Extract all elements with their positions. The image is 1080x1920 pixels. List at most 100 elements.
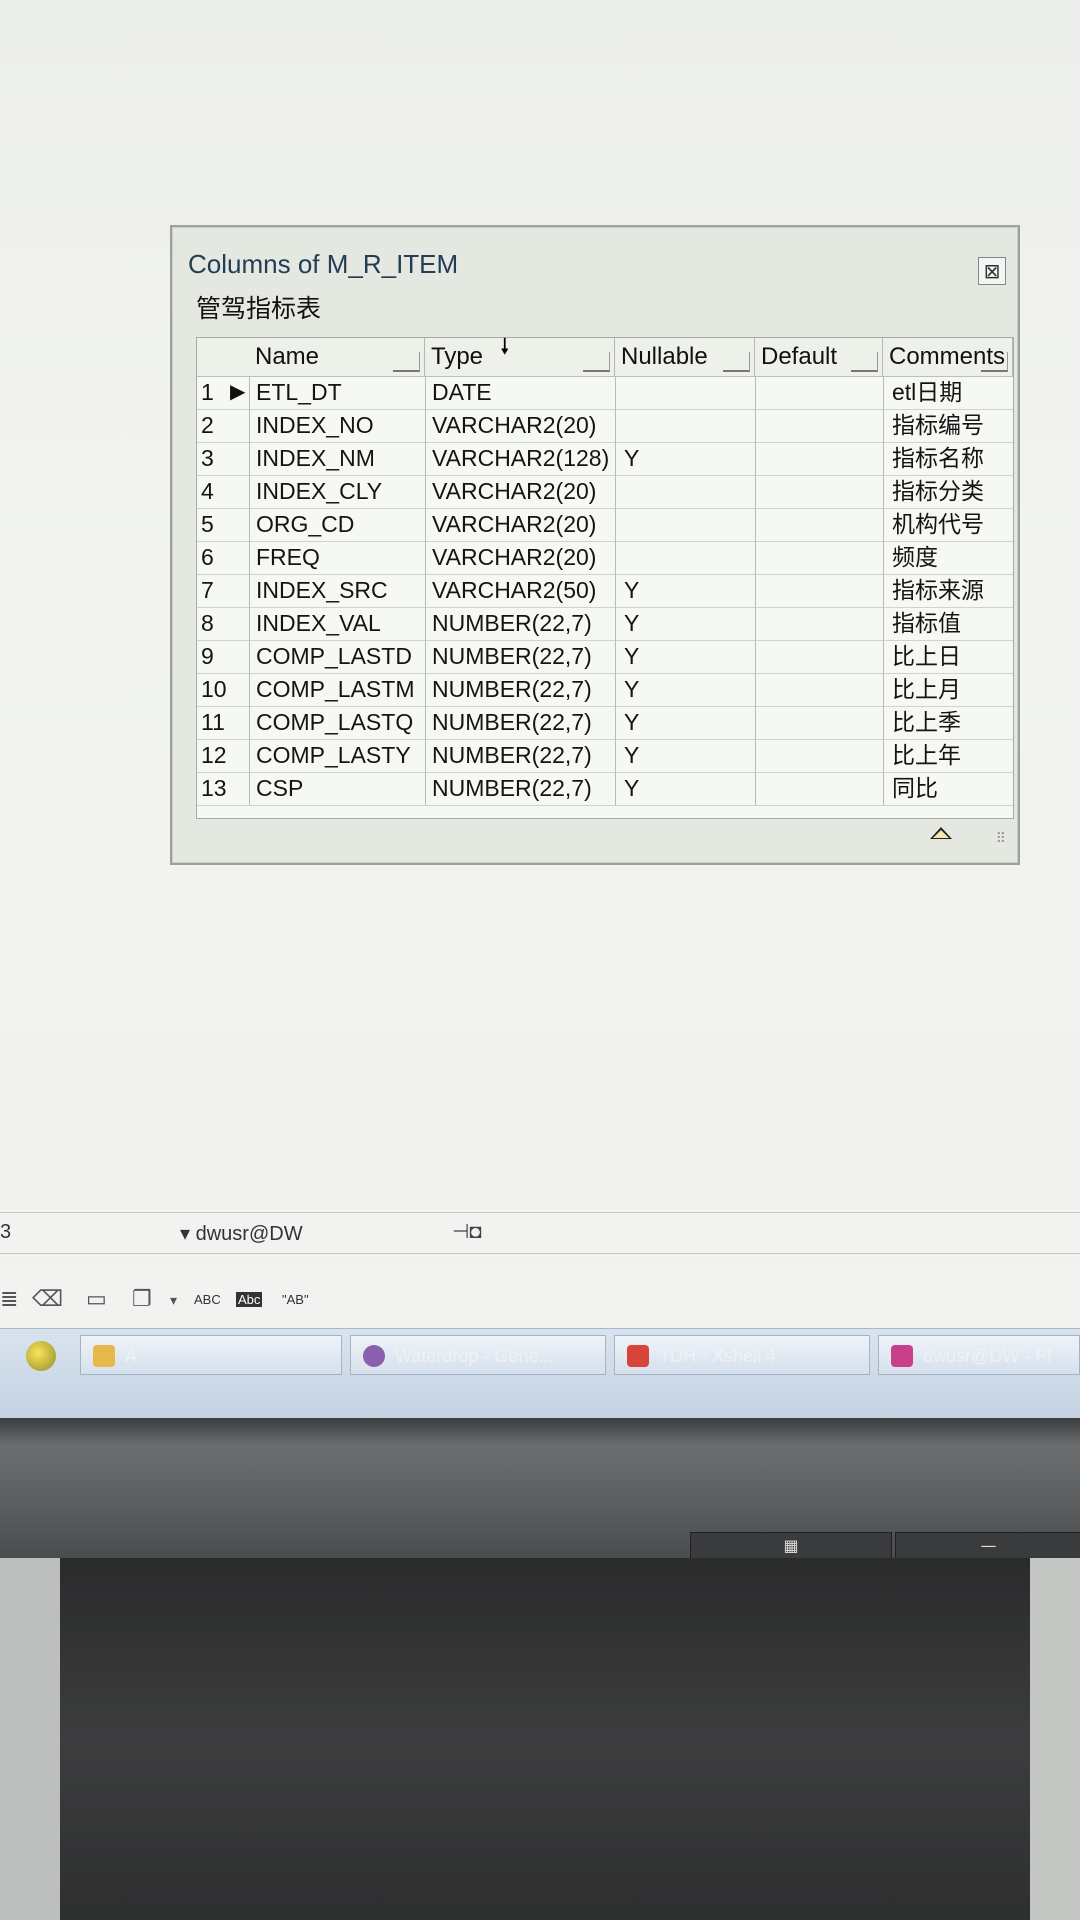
column-header-comments[interactable]: Comments xyxy=(883,338,1013,376)
taskbar-item-plsql[interactable]: dwusr@DW - Pl xyxy=(878,1335,1080,1375)
table-row[interactable]: 13 CSP NUMBER(22,7) Y 同比 xyxy=(197,772,1013,806)
cell-type: DATE xyxy=(425,376,615,409)
resize-grip-icon[interactable]: ⠿ xyxy=(996,831,1006,847)
cell-nullable xyxy=(615,508,755,541)
cell-comments: 比上年 xyxy=(883,739,1011,772)
column-header-name[interactable]: Name xyxy=(249,338,425,376)
cell-nullable xyxy=(615,541,755,574)
row-number: 6 xyxy=(201,544,214,570)
cell-name: ORG_CD xyxy=(249,508,425,541)
cell-default xyxy=(755,376,883,409)
cell-comments: 频度 xyxy=(883,541,1011,574)
monitor-minus-button[interactable]: — xyxy=(895,1532,1080,1560)
row-number: 13 xyxy=(201,775,227,801)
monitor-menu-button[interactable]: ▦ xyxy=(690,1532,892,1560)
quote-button[interactable]: "AB" xyxy=(282,1292,309,1307)
cell-name: COMP_LASTD xyxy=(249,640,425,673)
desk-right-edge xyxy=(1030,1558,1080,1920)
table-row[interactable]: 6 FREQ VARCHAR2(20) 频度 xyxy=(197,541,1013,575)
row-number: 2 xyxy=(201,412,214,438)
table-row[interactable]: 5 ORG_CD VARCHAR2(20) 机构代号 xyxy=(197,508,1013,542)
capitalize-button[interactable]: Abc xyxy=(236,1292,263,1307)
cell-name: INDEX_NO xyxy=(249,409,425,442)
cell-type: NUMBER(22,7) xyxy=(425,706,615,739)
cell-name: INDEX_CLY xyxy=(249,475,425,508)
table-row[interactable]: 8 INDEX_VAL NUMBER(22,7) Y 指标值 xyxy=(197,607,1013,641)
copy-icon[interactable]: ❐ xyxy=(132,1286,152,1312)
table-row[interactable]: 12 COMP_LASTY NUMBER(22,7) Y 比上年 xyxy=(197,739,1013,773)
cell-name: CSP xyxy=(249,772,425,805)
taskbar-item-label: A xyxy=(125,1346,138,1366)
column-header-nullable[interactable]: Nullable xyxy=(615,338,755,376)
column-header-type[interactable]: Type xyxy=(425,338,615,376)
cell-type: VARCHAR2(20) xyxy=(425,409,615,442)
sort-arrow-icon: 🠗 xyxy=(500,335,510,360)
cell-nullable: Y xyxy=(615,673,755,706)
close-icon[interactable]: ⊠ xyxy=(978,257,1006,285)
table-row[interactable]: 1 ETL_DT DATE etl日期 ▶ xyxy=(197,376,1013,410)
row-number: 7 xyxy=(201,577,214,603)
status-bar: 3 ▾ dwusr@DW ⊣◘ xyxy=(0,1212,1080,1254)
cell-nullable: Y xyxy=(615,640,755,673)
pin-icon[interactable]: ⊣◘ xyxy=(452,1219,482,1244)
eraser-icon[interactable]: ⌫ xyxy=(32,1286,63,1312)
cell-nullable xyxy=(615,475,755,508)
cell-comments: 指标值 xyxy=(883,607,1011,640)
taskbar: A Waterdrop - Gene... TDH - Xshell 4 dwu… xyxy=(0,1328,1080,1419)
column-header-default[interactable]: Default xyxy=(755,338,883,376)
row-number: 9 xyxy=(201,643,214,669)
taskbar-item-label: TDH - Xshell 4 xyxy=(659,1346,777,1366)
cell-comments: etl日期 xyxy=(883,376,1011,409)
waterdrop-icon xyxy=(363,1345,385,1367)
cell-nullable xyxy=(615,409,755,442)
cell-name: ETL_DT xyxy=(249,376,425,409)
table-row[interactable]: 11 COMP_LASTQ NUMBER(22,7) Y 比上季 xyxy=(197,706,1013,740)
window-icon[interactable]: ▭ xyxy=(86,1286,107,1312)
cell-comments: 比上月 xyxy=(883,673,1011,706)
column-header-label: Default xyxy=(761,343,838,370)
cell-default xyxy=(755,607,883,640)
table-row[interactable]: 4 INDEX_CLY VARCHAR2(20) 指标分类 xyxy=(197,475,1013,509)
current-row-indicator-icon: ▶ xyxy=(230,381,246,403)
table-row[interactable]: 9 COMP_LASTD NUMBER(22,7) Y 比上日 xyxy=(197,640,1013,674)
cell-type: VARCHAR2(20) xyxy=(425,508,615,541)
start-icon[interactable] xyxy=(26,1341,56,1371)
cell-type: VARCHAR2(128) xyxy=(425,442,615,475)
cell-comments: 比上日 xyxy=(883,640,1011,673)
cell-nullable: Y xyxy=(615,706,755,739)
row-number: 4 xyxy=(201,478,214,504)
cell-comments: 同比 xyxy=(883,772,1011,805)
cell-name: COMP_LASTY xyxy=(249,739,425,772)
table-row[interactable]: 7 INDEX_SRC VARCHAR2(50) Y 指标来源 xyxy=(197,574,1013,608)
table-row[interactable]: 10 COMP_LASTM NUMBER(22,7) Y 比上月 xyxy=(197,673,1013,707)
row-number: 8 xyxy=(201,610,214,636)
cell-default xyxy=(755,640,883,673)
cell-nullable: Y xyxy=(615,442,755,475)
format-icon[interactable]: ≣ xyxy=(0,1286,18,1312)
dropdown-arrow-icon[interactable]: ▾ xyxy=(170,1292,177,1309)
desk-left-edge xyxy=(0,1558,60,1920)
cell-default xyxy=(755,475,883,508)
cell-default xyxy=(755,409,883,442)
table-row[interactable]: 2 INDEX_NO VARCHAR2(20) 指标编号 xyxy=(197,409,1013,443)
cell-default xyxy=(755,574,883,607)
row-number: 12 xyxy=(201,742,227,768)
cell-nullable: Y xyxy=(615,607,755,640)
row-number: 11 xyxy=(201,709,225,735)
cell-name: COMP_LASTM xyxy=(249,673,425,706)
cell-default xyxy=(755,706,883,739)
table-row[interactable]: 3 INDEX_NM VARCHAR2(128) Y 指标名称 xyxy=(197,442,1013,476)
expand-up-icon[interactable] xyxy=(930,827,952,839)
grid-header: Name Type Nullable Default Comments 🠗 xyxy=(197,335,1013,377)
taskbar-item-xshell[interactable]: TDH - Xshell 4 xyxy=(614,1335,870,1375)
row-number: 10 xyxy=(201,676,227,702)
uppercase-button[interactable]: ABC xyxy=(194,1292,221,1307)
connection-selector[interactable]: ▾ dwusr@DW xyxy=(180,1221,303,1246)
cell-default xyxy=(755,508,883,541)
cell-name: INDEX_NM xyxy=(249,442,425,475)
taskbar-item-explorer[interactable]: A xyxy=(80,1335,342,1375)
cell-type: VARCHAR2(50) xyxy=(425,574,615,607)
cell-name: INDEX_VAL xyxy=(249,607,425,640)
column-header-label: Name xyxy=(255,343,320,370)
taskbar-item-waterdrop[interactable]: Waterdrop - Gene... xyxy=(350,1335,606,1375)
